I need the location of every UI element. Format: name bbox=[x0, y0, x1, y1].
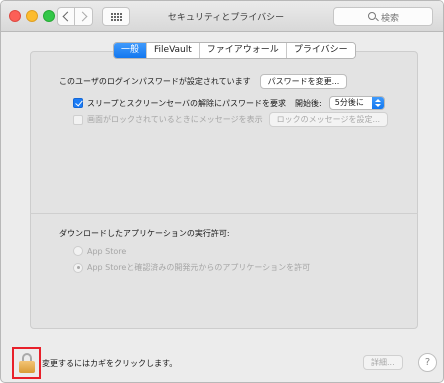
search-placeholder: 検索 bbox=[381, 14, 400, 24]
delay-select-value: 5分後に bbox=[334, 98, 364, 107]
help-button[interactable]: ? bbox=[418, 353, 437, 372]
section-divider bbox=[30, 213, 418, 214]
lock-icon bbox=[19, 353, 35, 373]
updown-arrow-icon bbox=[371, 97, 384, 109]
change-password-button[interactable]: パスワードを変更... bbox=[259, 74, 348, 89]
details-button[interactable]: 詳細... bbox=[363, 355, 403, 370]
window-title: セキュリティとプライバシー bbox=[167, 13, 285, 23]
lock-message-row: 画面がロックされているときにメッセージを表示 ロックのメッセージを設定... bbox=[73, 112, 389, 127]
require-password-checkbox[interactable] bbox=[73, 98, 83, 108]
search-icon bbox=[368, 12, 376, 20]
lock-message-label: 画面がロックされているときにメッセージを表示 bbox=[87, 115, 263, 124]
tab-privacy[interactable]: プライバシー bbox=[285, 43, 355, 58]
close-button[interactable] bbox=[9, 10, 21, 22]
password-row: このユーザのログインパスワードが設定されています パスワードを変更... bbox=[59, 74, 348, 89]
require-password-label: スリープとスクリーンセーバの解除にパスワードを要求 bbox=[87, 98, 287, 108]
zoom-button[interactable] bbox=[43, 10, 55, 22]
set-lock-message-button[interactable]: ロックのメッセージを設定... bbox=[268, 112, 389, 127]
forward-button[interactable] bbox=[75, 7, 93, 26]
minimize-button[interactable] bbox=[26, 10, 38, 22]
title-bar: セキュリティとプライバシー 検索 bbox=[1, 1, 443, 32]
radio-button[interactable] bbox=[73, 262, 83, 273]
preferences-window: セキュリティとプライバシー 検索 一般 FileVault ファイアウォール プ… bbox=[0, 0, 444, 383]
settings-panel bbox=[30, 51, 418, 329]
require-password-row: スリープとスクリーンセーバの解除にパスワードを要求 開始後: 5分後に bbox=[73, 96, 385, 110]
password-status-text: このユーザのログインパスワードが設定されています bbox=[59, 77, 251, 86]
download-heading: ダウンロードしたアプリケーションの実行許可: bbox=[59, 229, 230, 238]
start-label: 開始後: bbox=[295, 98, 322, 108]
radio-button[interactable] bbox=[73, 246, 83, 256]
search-field[interactable]: 検索 bbox=[333, 7, 433, 26]
grid-icon bbox=[110, 12, 122, 21]
radio-app-store-identified[interactable]: App Storeと確認済みの開発元からのアプリケーションを許可 bbox=[73, 262, 310, 273]
lock-hint-text: 変更するにはカギをクリックします。 bbox=[42, 359, 178, 368]
delay-select[interactable]: 5分後に bbox=[328, 96, 385, 110]
chevron-left-icon bbox=[62, 11, 73, 22]
tab-filevault[interactable]: FileVault bbox=[146, 43, 199, 58]
tab-general[interactable]: 一般 bbox=[114, 43, 147, 58]
lock-button[interactable] bbox=[12, 347, 41, 379]
back-button[interactable] bbox=[57, 7, 75, 26]
tab-firewall[interactable]: ファイアウォール bbox=[198, 43, 286, 58]
chevron-right-icon bbox=[77, 11, 87, 22]
lock-message-checkbox[interactable] bbox=[73, 114, 83, 125]
radio-app-store[interactable]: App Store bbox=[73, 246, 126, 256]
show-all-button[interactable] bbox=[102, 7, 130, 26]
radio-app-store-label: App Store bbox=[87, 246, 127, 256]
tab-bar: 一般 FileVault ファイアウォール プライバシー bbox=[113, 42, 356, 59]
radio-app-store-identified-label: App Storeと確認済みの開発元からのアプリケーションを許可 bbox=[87, 263, 311, 272]
